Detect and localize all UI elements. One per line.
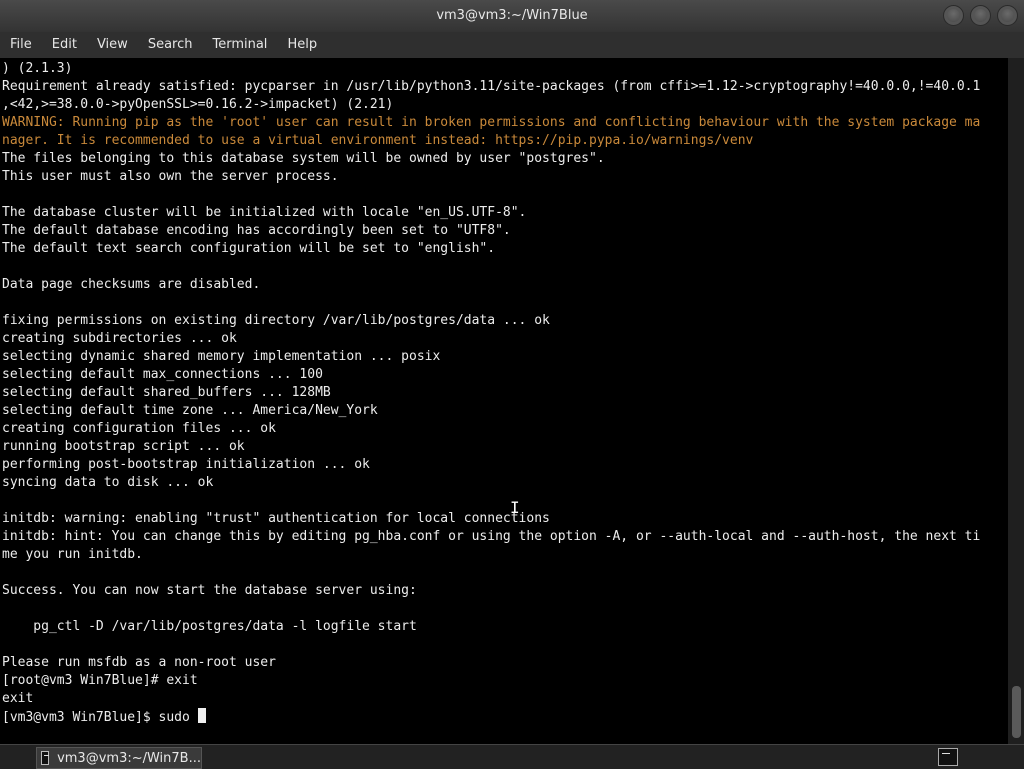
menu-bar: File Edit View Search Terminal Help [0, 32, 1024, 58]
menu-help[interactable]: Help [277, 32, 327, 58]
terminal-line: fixing permissions on existing directory… [2, 313, 550, 328]
taskbar: vm3@vm3:~/Win7B... [0, 744, 1024, 769]
terminal-line: Requirement already satisfied: pycparser… [2, 79, 981, 94]
terminal-line: The default text search configuration wi… [2, 241, 496, 256]
taskbar-task-label: vm3@vm3:~/Win7B... [57, 750, 201, 766]
text-cursor [197, 708, 206, 723]
terminal-line: selecting default time zone ... America/… [2, 403, 378, 418]
terminal-line: The default database encoding has accord… [2, 223, 511, 238]
scrollbar-thumb[interactable] [1012, 686, 1021, 738]
minimize-icon[interactable] [943, 5, 964, 26]
terminal-line: The database cluster will be initialized… [2, 205, 527, 220]
terminal-line: nager. It is recommended to use a virtua… [2, 133, 754, 148]
terminal-icon [41, 751, 50, 765]
ibeam-cursor-icon: I [510, 498, 520, 517]
title-bar[interactable]: vm3@vm3:~/Win7Blue [0, 0, 1024, 32]
terminal-line: creating configuration files ... ok [2, 421, 276, 436]
terminal-line: ) (2.1.3) [2, 61, 73, 76]
terminal-prompt-line[interactable]: [vm3@vm3 Win7Blue]$ sudo [0, 708, 1008, 726]
terminal-line: pg_ctl -D /var/lib/postgres/data -l logf… [2, 619, 417, 634]
terminal-tray-icon[interactable] [938, 748, 958, 766]
menu-file[interactable]: File [0, 32, 42, 58]
terminal-line: syncing data to disk ... ok [2, 475, 214, 490]
terminal-line: initdb: warning: enabling "trust" authen… [2, 511, 550, 526]
terminal-line: Success. You can now start the database … [2, 583, 417, 598]
terminal-line: initdb: hint: You can change this by edi… [2, 529, 981, 544]
terminal-line: selecting dynamic shared memory implemen… [2, 349, 441, 364]
window-title: vm3@vm3:~/Win7Blue [436, 8, 588, 23]
terminal-window: vm3@vm3:~/Win7Blue File Edit View Search… [0, 0, 1024, 744]
menu-edit[interactable]: Edit [42, 32, 87, 58]
terminal-prompt: [vm3@vm3 Win7Blue]$ sudo [2, 710, 198, 725]
terminal-line: Data page checksums are disabled. [2, 277, 261, 292]
terminal-line: This user must also own the server proce… [2, 169, 339, 184]
terminal-line: WARNING: Running pip as the 'root' user … [2, 115, 981, 130]
terminal-line: running bootstrap script ... ok [2, 439, 245, 454]
terminal-line: The files belonging to this database sys… [2, 151, 605, 166]
terminal-line: performing post-bootstrap initialization… [2, 457, 370, 472]
scrollbar[interactable] [1008, 58, 1024, 744]
menu-search[interactable]: Search [138, 32, 203, 58]
terminal-line: selecting default shared_buffers ... 128… [2, 385, 331, 400]
menu-view[interactable]: View [87, 32, 138, 58]
menu-terminal[interactable]: Terminal [202, 32, 277, 58]
terminal-line: me you run initdb. [2, 547, 143, 562]
close-icon[interactable] [997, 5, 1018, 26]
terminal-line: Please run msfdb as a non-root user [2, 655, 276, 670]
terminal-output[interactable]: ) (2.1.3) Requirement already satisfied: … [0, 60, 1008, 744]
terminal-line: ,<42,>=38.0.0->pyOpenSSL>=0.16.2->impack… [2, 97, 394, 112]
terminal-line: creating subdirectories ... ok [2, 331, 237, 346]
terminal-line: exit [2, 691, 34, 706]
maximize-icon[interactable] [970, 5, 991, 26]
window-controls [943, 5, 1018, 26]
terminal-line: selecting default max_connections ... 10… [2, 367, 323, 382]
taskbar-terminal-button[interactable]: vm3@vm3:~/Win7B... [36, 747, 202, 769]
terminal-line: [root@vm3 Win7Blue]# exit [2, 673, 198, 688]
